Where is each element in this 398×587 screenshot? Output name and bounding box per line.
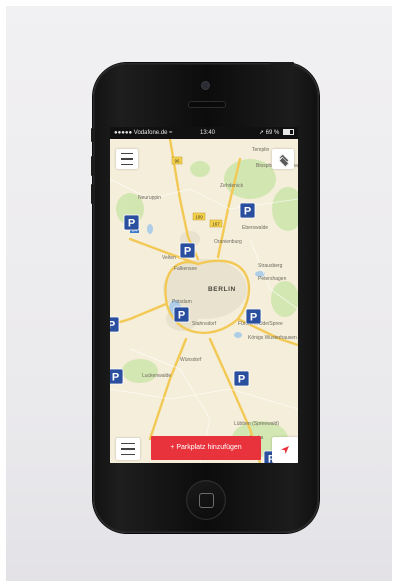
place-label: Oranienburg xyxy=(214,239,242,245)
parking-marker-label: P xyxy=(244,206,251,218)
place-label: Potsdam xyxy=(172,299,192,305)
parking-marker-label: P xyxy=(112,372,119,384)
parking-marker-label: P xyxy=(250,312,257,324)
place-label: Zehdenick xyxy=(220,183,244,189)
city-label-berlin: BERLIN xyxy=(208,286,236,293)
mute-switch xyxy=(91,128,94,142)
home-button-square xyxy=(199,493,214,508)
forest-area xyxy=(190,161,210,177)
list-icon-line xyxy=(121,158,133,160)
place-label: Königs Wusterhausen xyxy=(248,335,297,341)
road-badge-label: 109 xyxy=(195,215,203,220)
parking-marker[interactable]: P xyxy=(173,306,190,323)
place-label: Lübben (Spreewald) xyxy=(234,421,279,427)
map-canvas[interactable]: 96 109 167 24 13 TemplinBiosphärenreserv… xyxy=(110,139,298,463)
parking-marker-label: P xyxy=(128,218,135,230)
place-label: Templin xyxy=(252,147,269,153)
hamburger-icon-line xyxy=(121,453,135,456)
status-bar: ●●●●● Vodafone.de ≈ 13:40 ➚ 69 % xyxy=(110,127,298,139)
place-label: Velten xyxy=(162,255,176,261)
status-time: 13:40 xyxy=(200,130,216,136)
add-parking-button[interactable]: + Parkplatz hinzufügen xyxy=(151,436,261,460)
status-right: ➚ 69 % xyxy=(259,127,294,139)
parking-marker-label: P xyxy=(184,246,191,258)
list-view-button[interactable] xyxy=(116,149,138,169)
menu-button[interactable] xyxy=(116,438,140,460)
earpiece-speaker xyxy=(188,101,226,108)
sleep-button xyxy=(270,62,294,65)
place-label: Neuruppin xyxy=(138,195,161,201)
home-button[interactable] xyxy=(186,480,226,520)
forest-area xyxy=(122,359,158,383)
battery-icon xyxy=(283,129,294,135)
hamburger-icon-line xyxy=(121,442,135,445)
volume-up-button xyxy=(91,156,94,176)
locate-button[interactable] xyxy=(272,437,298,463)
parking-marker[interactable]: P xyxy=(110,368,124,385)
place-label: Eberswalde xyxy=(242,225,268,231)
place-label: Stahnsdorf xyxy=(192,321,217,327)
carrier-text: ●●●●● Vodafone.de xyxy=(114,130,168,136)
hamburger-icon-line xyxy=(121,448,135,450)
place-label: Luckenwalde xyxy=(142,373,171,379)
place-label: Falkensee xyxy=(174,266,197,272)
parking-marker-label: P xyxy=(110,320,115,332)
wifi-icon: ≈ xyxy=(169,130,173,136)
parking-marker-label: P xyxy=(238,374,245,386)
lake xyxy=(147,224,153,234)
location-services-icon: ➚ xyxy=(258,130,264,136)
front-camera xyxy=(201,81,210,90)
parking-marker[interactable]: P xyxy=(110,316,120,333)
parking-marker[interactable]: P xyxy=(233,370,250,387)
parking-marker[interactable]: P xyxy=(239,202,256,219)
road-badge-label: 167 xyxy=(212,222,220,227)
parking-marker-label: P xyxy=(178,310,185,322)
layers-button[interactable] xyxy=(272,149,294,169)
layers-icon xyxy=(277,153,290,168)
location-arrow-icon xyxy=(281,446,289,454)
place-label: Strausberg xyxy=(258,263,283,269)
parking-marker[interactable]: P xyxy=(179,242,196,259)
list-icon-line xyxy=(121,152,133,155)
parking-marker[interactable]: P xyxy=(245,308,262,325)
list-icon-line xyxy=(121,163,133,166)
map-view[interactable]: 96 109 167 24 13 TemplinBiosphärenreserv… xyxy=(110,139,298,463)
road-badge-label: 96 xyxy=(174,159,180,164)
parking-marker[interactable]: P xyxy=(123,214,140,231)
carrier-label: ●●●●● Vodafone.de ≈ xyxy=(114,127,172,139)
battery-percent: 69 % xyxy=(265,130,280,136)
lake xyxy=(234,332,242,338)
volume-down-button xyxy=(91,184,94,204)
phone-screen: ●●●●● Vodafone.de ≈ 13:40 ➚ 69 % 96 109 … xyxy=(110,127,298,463)
place-label: Wünsdorf xyxy=(180,357,202,363)
place-label: Petershagen xyxy=(258,276,287,282)
